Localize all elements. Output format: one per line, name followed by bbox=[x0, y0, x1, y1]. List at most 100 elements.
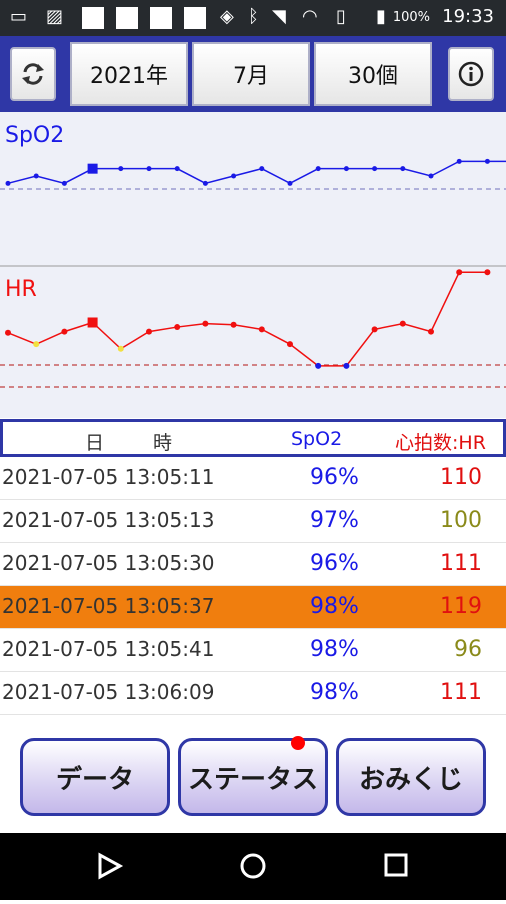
table-row[interactable]: 2021-07-05 13:05:13 97% 100 bbox=[0, 500, 506, 543]
info-button[interactable] bbox=[448, 47, 494, 101]
spo2-point bbox=[203, 181, 208, 186]
data-button[interactable]: データ bbox=[20, 738, 170, 816]
spo2-point bbox=[288, 181, 293, 186]
clock: 19:33 bbox=[442, 6, 494, 27]
recents-icon[interactable] bbox=[386, 855, 406, 875]
refresh-icon bbox=[20, 61, 46, 87]
row-datetime: 2021-07-05 13:05:13 bbox=[2, 508, 214, 532]
row-datetime: 2021-07-05 13:05:41 bbox=[2, 637, 214, 661]
count-selector[interactable]: 30個 bbox=[314, 42, 432, 106]
hr-point-selected bbox=[88, 317, 98, 327]
spo2-point bbox=[62, 181, 67, 186]
header-time: 時 bbox=[153, 428, 172, 455]
hr-series bbox=[5, 269, 490, 369]
row-spo2: 98% bbox=[310, 594, 359, 619]
hr-point bbox=[259, 326, 265, 332]
reading-list: 2021-07-05 13:05:11 96% 110 2021-07-05 1… bbox=[0, 457, 506, 715]
status-notification-badge bbox=[291, 736, 305, 750]
no-sim-icon: ▯ bbox=[336, 6, 346, 27]
row-datetime: 2021-07-05 13:05:30 bbox=[2, 551, 214, 575]
hr-line bbox=[8, 272, 487, 366]
vibrate-icon: ◈ bbox=[220, 6, 234, 27]
spo2-point bbox=[231, 174, 236, 179]
spo2-point bbox=[316, 166, 321, 171]
month-selector[interactable]: 7月 bbox=[192, 42, 310, 106]
header-date: 日 bbox=[85, 428, 104, 455]
spo2-point bbox=[372, 166, 377, 171]
toolbar: 2021年 7月 30個 bbox=[0, 36, 506, 112]
table-row[interactable]: 2021-07-05 13:06:09 98% 111 bbox=[0, 672, 506, 715]
table-row-selected[interactable]: 2021-07-05 13:05:37 98% 119 bbox=[0, 586, 506, 629]
status-bar: ▭ ▨ ◈ ᛒ ◥ ◠ ▯ ▮ 100% 19:33 bbox=[0, 0, 506, 36]
spo2-point bbox=[485, 159, 490, 164]
row-hr: 111 bbox=[440, 551, 482, 576]
row-spo2: 96% bbox=[310, 551, 359, 576]
back-icon[interactable] bbox=[100, 855, 120, 877]
row-hr: 119 bbox=[440, 594, 482, 619]
year-selector[interactable]: 2021年 bbox=[70, 42, 188, 106]
spo2-point-selected bbox=[88, 164, 98, 174]
spo2-point bbox=[34, 174, 39, 179]
hr-chart-label: HR bbox=[5, 277, 37, 302]
refresh-button[interactable] bbox=[10, 47, 56, 101]
row-hr: 96 bbox=[454, 637, 482, 662]
hr-point bbox=[174, 324, 180, 330]
image-icon: ▨ bbox=[46, 6, 63, 27]
bluetooth-icon: ᛒ bbox=[248, 6, 259, 27]
spo2-point bbox=[344, 166, 349, 171]
hr-point bbox=[400, 321, 406, 327]
row-datetime: 2021-07-05 13:05:11 bbox=[2, 465, 214, 489]
header-hr: 心拍数:HR bbox=[395, 428, 486, 455]
spo2-point bbox=[400, 166, 405, 171]
hr-point bbox=[372, 326, 378, 332]
hr-point bbox=[231, 322, 237, 328]
omikuji-button[interactable]: おみくじ bbox=[336, 738, 486, 816]
row-datetime: 2021-07-05 13:05:37 bbox=[2, 594, 214, 618]
table-row[interactable]: 2021-07-05 13:05:30 96% 111 bbox=[0, 543, 506, 586]
hr-point bbox=[343, 363, 349, 369]
chart-canvas: SpO2 HR bbox=[0, 112, 506, 418]
hr-point bbox=[484, 269, 490, 275]
row-spo2: 98% bbox=[310, 637, 359, 662]
row-hr: 110 bbox=[440, 465, 482, 490]
hr-point bbox=[428, 329, 434, 335]
spo2-point bbox=[147, 166, 152, 171]
spo2-point bbox=[6, 181, 11, 186]
row-spo2: 97% bbox=[310, 508, 359, 533]
vitals-chart[interactable]: SpO2 HR bbox=[0, 112, 506, 418]
row-spo2: 98% bbox=[310, 680, 359, 705]
spo2-chart-label: SpO2 bbox=[5, 123, 64, 148]
notification-icon bbox=[184, 7, 206, 29]
status-button[interactable]: ステータス bbox=[178, 738, 328, 816]
row-hr: 111 bbox=[440, 680, 482, 705]
notification-icon bbox=[150, 7, 172, 29]
message-icon: ▭ bbox=[10, 6, 27, 27]
battery-icon: ▮ bbox=[376, 6, 386, 27]
row-spo2: 96% bbox=[310, 465, 359, 490]
header-spo2: SpO2 bbox=[291, 428, 342, 450]
hr-point bbox=[202, 321, 208, 327]
bottom-button-bar: データ ステータス おみくじ bbox=[0, 726, 506, 833]
spo2-point bbox=[175, 166, 180, 171]
table-row[interactable]: 2021-07-05 13:05:41 98% 96 bbox=[0, 629, 506, 672]
table-row[interactable]: 2021-07-05 13:05:11 96% 110 bbox=[0, 457, 506, 500]
table-header: 日 時 SpO2 心拍数:HR bbox=[0, 419, 506, 457]
hr-point bbox=[287, 341, 293, 347]
spo2-point bbox=[457, 159, 462, 164]
hr-point bbox=[118, 346, 124, 352]
hr-point bbox=[61, 329, 67, 335]
home-icon[interactable] bbox=[242, 855, 264, 877]
row-datetime: 2021-07-05 13:06:09 bbox=[2, 680, 214, 704]
wifi-icon: ◠ bbox=[302, 6, 318, 27]
nav-icons bbox=[0, 833, 506, 900]
spo2-point bbox=[259, 166, 264, 171]
spo2-point bbox=[118, 166, 123, 171]
hr-point bbox=[5, 330, 11, 336]
notification-icon bbox=[116, 7, 138, 29]
hr-point bbox=[315, 363, 321, 369]
info-icon bbox=[457, 60, 485, 88]
navigation-bar bbox=[0, 833, 506, 900]
hr-point bbox=[146, 329, 152, 335]
wifi-icon: ◥ bbox=[272, 6, 286, 27]
row-hr: 100 bbox=[440, 508, 482, 533]
